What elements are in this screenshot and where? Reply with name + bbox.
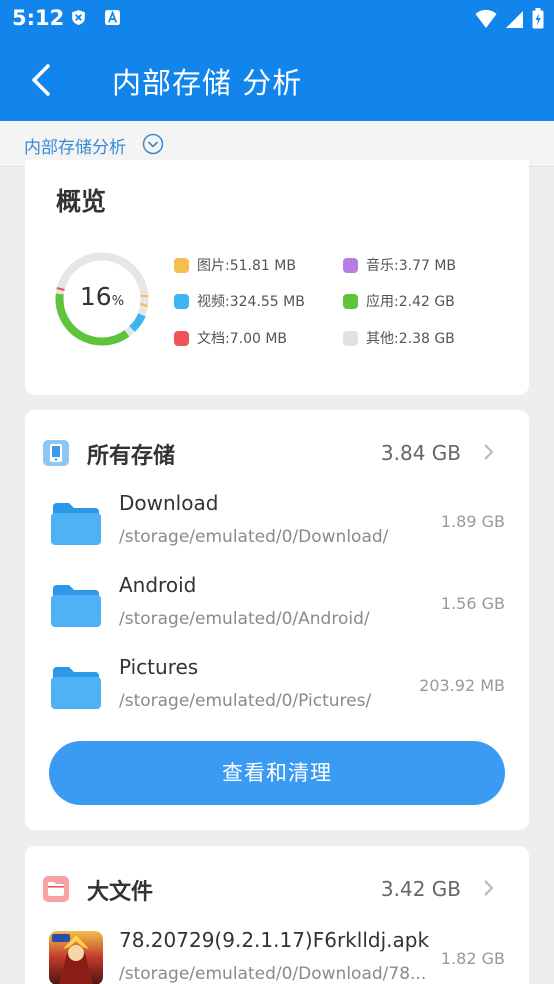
phone-storage-icon [43,440,69,466]
folder-name: Download [119,491,219,515]
big-files-total: 3.42 GB [380,877,461,901]
legend-dot [174,330,189,346]
legend-music: 音乐:3.77 MB [343,255,456,275]
text-a-icon [105,10,120,25]
view-and-clean-button[interactable]: 查看和清理 [49,741,505,805]
legend-label: 其他:2.38 GB [366,331,455,347]
status-time: 5:12 [12,6,65,30]
folder-row-pictures[interactable]: Pictures /storage/emulated/0/Pictures/ 2… [25,649,529,731]
legend-pictures: 图片:51.81 MB [174,255,296,275]
overview-card: 概览 16% 图片:51.81 MB 音乐:3.77 MB 视频:324.55 … [25,160,529,395]
legend-dot [174,257,189,273]
used-percent: 16% [53,282,151,311]
big-files-title: 大文件 [87,880,154,905]
percent-sign: % [111,294,125,309]
legend-dot [343,330,358,346]
big-file-size: 1.82 GB [440,949,505,968]
status-bar: 5:12 [0,0,554,38]
wifi-icon [475,9,497,28]
folder-name: Android [119,573,197,597]
file-folder-icon [43,876,69,902]
big-files-card: 大文件 3.42 GB 78.20729(9.2.1.17)F6rklldj.a… [25,846,529,984]
big-file-name: 78.20729(9.2.1.17)F6rklldj.apk [119,928,430,952]
folder-row-android[interactable]: Android /storage/emulated/0/Android/ 1.5… [25,567,529,649]
folder-size: 1.56 GB [440,594,505,613]
game-app-icon [49,931,103,984]
folder-icon [51,585,101,627]
legend-apps: 应用:2.42 GB [343,291,455,311]
legend-label: 应用:2.42 GB [366,294,455,310]
legend-dot [343,293,358,309]
signal-icon [506,10,523,28]
page-title: 内部存储 分析 [112,66,303,100]
legend-label: 视频:324.55 MB [197,294,305,310]
app-toolbar: 内部存储 分析 [0,38,554,121]
folder-path: /storage/emulated/0/Android/ [119,609,370,629]
all-storage-card: 所有存储 3.84 GB Download /storage/emulated/… [25,410,529,830]
all-storage-total: 3.84 GB [380,441,461,465]
folder-path: /storage/emulated/0/Pictures/ [119,691,372,711]
legend-dot [174,293,189,309]
legend-dot [343,257,358,273]
all-storage-title: 所有存储 [87,444,176,469]
chevron-right-icon[interactable] [481,878,495,898]
folder-size: 203.92 MB [419,676,505,695]
legend-label: 文档:7.00 MB [197,331,288,347]
big-file-path: /storage/emulated/0/Download/78... [119,964,427,984]
folder-icon [51,503,101,545]
legend-other: 其他:2.38 GB [343,328,455,348]
back-button[interactable] [24,58,64,102]
folder-row-download[interactable]: Download /storage/emulated/0/Download/ 1… [25,485,529,567]
shield-icon [72,10,85,25]
legend-label: 图片:51.81 MB [197,258,296,274]
legend-label: 音乐:3.77 MB [366,258,457,274]
overview-title: 概览 [56,187,107,216]
storage-selector-label: 内部存储分析 [24,138,126,158]
chevron-right-icon[interactable] [481,442,495,462]
folder-path: /storage/emulated/0/Download/ [119,527,389,547]
legend-video: 视频:324.55 MB [174,291,305,311]
folder-name: Pictures [119,655,199,679]
used-percent-value: 16 [79,282,112,311]
chevron-down-circle-icon[interactable] [142,133,164,155]
battery-icon [532,8,544,29]
folder-size: 1.89 GB [440,512,505,531]
folder-icon [51,667,101,709]
legend-documents: 文档:7.00 MB [174,328,287,348]
back-arrow-icon [32,64,50,96]
